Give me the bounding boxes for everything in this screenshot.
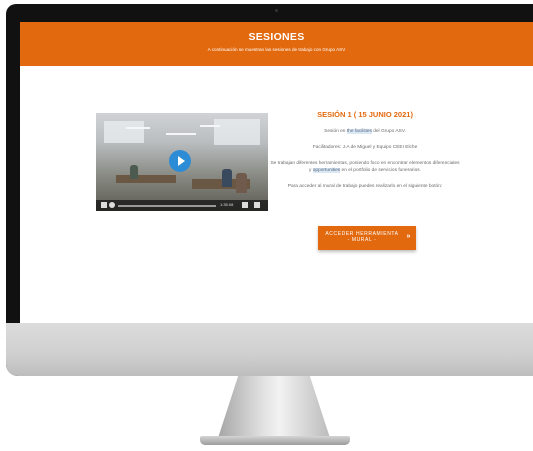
video-person bbox=[236, 173, 247, 193]
sessions-banner: SESIONES A continuación se muestran las … bbox=[20, 22, 533, 66]
session-location: Sesión en the facilities del Grupo ASV. bbox=[270, 128, 460, 136]
page-title: SESIONES bbox=[248, 31, 305, 43]
session-heading: SESIÓN 1 ( 15 JUNIO 2021) bbox=[317, 110, 413, 119]
video-person bbox=[130, 165, 138, 179]
page-subtitle: A continuación se muestran las sesiones … bbox=[207, 47, 346, 52]
video-time: 1:35:08 bbox=[220, 202, 234, 207]
video-ceiling-lamp bbox=[126, 127, 150, 129]
play-icon bbox=[177, 156, 185, 166]
screen: SESIONES A continuación se muestran las … bbox=[20, 22, 533, 327]
fullscreen-icon[interactable] bbox=[254, 202, 260, 208]
video-ceiling-lamp bbox=[200, 125, 220, 127]
video-person bbox=[222, 169, 232, 187]
video-window-right bbox=[214, 119, 260, 145]
session-location-text: Sesión en bbox=[324, 129, 347, 134]
access-mural-sublabel: - MURAL - bbox=[347, 236, 377, 243]
highlighted-text: opportunities bbox=[312, 168, 341, 174]
session-description: Se trabajan diferentes herramientas, pon… bbox=[270, 160, 460, 176]
video-ceiling-lamp bbox=[166, 133, 196, 135]
camera-dot bbox=[275, 9, 278, 12]
monitor-frame: SESIONES A continuación se muestran las … bbox=[6, 4, 533, 376]
video-controls[interactable]: 1:35:08 bbox=[96, 200, 268, 211]
play-button[interactable] bbox=[169, 150, 191, 172]
session-details: SESIÓN 1 ( 15 JUNIO 2021) Sesión en the … bbox=[270, 110, 460, 199]
access-mural-button[interactable]: ACCEDER HERRAMIENTA - MURAL - » bbox=[318, 226, 416, 250]
video-window-left bbox=[104, 121, 144, 143]
double-chevron-right-icon: » bbox=[406, 233, 411, 240]
monitor-base bbox=[200, 436, 350, 445]
video-progress-bar[interactable] bbox=[118, 205, 216, 207]
settings-icon[interactable] bbox=[242, 202, 248, 208]
monitor-chin bbox=[6, 323, 533, 376]
volume-icon[interactable] bbox=[109, 202, 115, 208]
session-access-note: Para acceder al mural de trabajo puedes … bbox=[287, 184, 443, 190]
session-description-text: en el portfolio de servicios funerarios. bbox=[340, 168, 421, 174]
session-location-text: del Grupo ASV. bbox=[371, 129, 406, 134]
highlighted-text: the facilities bbox=[346, 129, 372, 134]
pause-icon[interactable] bbox=[101, 202, 107, 208]
session-facilitators: Facilitadores: J.A de Miguel y Equipo CE… bbox=[312, 144, 418, 150]
session-video-player[interactable]: 1:35:08 bbox=[96, 113, 268, 211]
video-table bbox=[116, 175, 176, 183]
monitor-stand bbox=[218, 376, 330, 438]
